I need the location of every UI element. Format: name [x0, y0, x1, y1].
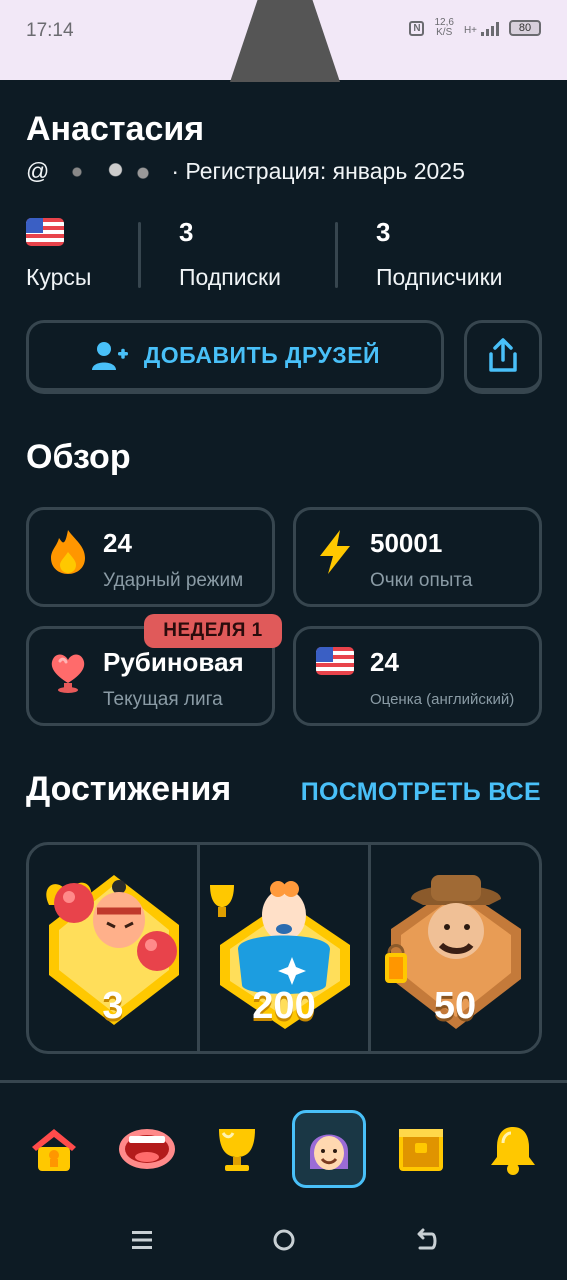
xp-card[interactable]: 50001 Очки опыта — [293, 507, 542, 607]
nav-leaderboard[interactable] — [200, 1110, 274, 1188]
card-value: 50001 — [370, 528, 443, 558]
score-card[interactable]: 24 Оценка (английский) — [293, 626, 542, 726]
battery-icon: 80 — [509, 20, 541, 36]
achievement-item[interactable]: 50 — [368, 845, 539, 1051]
ruby-league-icon — [51, 654, 85, 693]
system-nav-bar — [0, 1200, 567, 1280]
share-button[interactable] — [464, 320, 542, 394]
divider — [138, 222, 141, 288]
stat-value: 3 — [179, 217, 194, 247]
nav-shop[interactable] — [384, 1110, 458, 1188]
signal-icon: H+ — [464, 20, 499, 36]
achievement-item[interactable]: 3 — [29, 845, 197, 1051]
handle-prefix: @ — [26, 158, 50, 184]
status-icons: N 12,6 K/S H+ 80 — [409, 18, 541, 38]
week-badge: НЕДЕЛЯ 1 — [144, 614, 282, 648]
bell-icon — [491, 1127, 535, 1175]
nav-home[interactable] — [17, 1110, 91, 1188]
home-button[interactable] — [272, 1228, 296, 1256]
back-arrow-icon — [417, 1228, 437, 1250]
stat-label: Подписчики — [376, 264, 503, 290]
divider — [335, 222, 338, 288]
nfc-icon: N — [409, 20, 425, 36]
card-label: Оценка (английский) — [370, 691, 515, 708]
overview-title: Обзор — [26, 438, 131, 476]
achievement-value: 50 — [433, 985, 477, 1027]
us-flag-icon — [26, 218, 64, 246]
share-icon — [489, 337, 517, 372]
menu-icon — [132, 1231, 152, 1249]
nav-notifications[interactable] — [476, 1110, 550, 1188]
nav-speak[interactable] — [110, 1110, 184, 1188]
stat-courses[interactable]: Курсы — [26, 214, 91, 291]
add-friends-label: ДОБАВИТЬ ДРУЗЕЙ — [143, 342, 381, 368]
profile-avatar-icon — [310, 1134, 348, 1170]
card-value: Рубиновая — [103, 647, 244, 677]
add-friends-button[interactable]: ДОБАВИТЬ ДРУЗЕЙ — [26, 320, 444, 394]
achievement-value: 200 — [252, 985, 316, 1027]
handle-obscured — [55, 160, 166, 183]
status-time: 17:14 — [26, 20, 74, 41]
card-label: Очки опыта — [370, 570, 473, 591]
network-speed: 12,6 K/S — [434, 17, 454, 38]
stat-following[interactable]: 3 Подписки — [179, 214, 281, 291]
card-label: Текущая лига — [103, 689, 223, 710]
profile-stats: Курсы 3 Подписки 3 Подписчики — [26, 214, 541, 294]
home-icon — [32, 1129, 76, 1171]
see-all-link[interactable]: ПОСМОТРЕТЬ ВСЕ — [301, 778, 541, 807]
streak-card[interactable]: 24 Ударный режим — [26, 507, 275, 607]
camera-notch-image — [230, 0, 340, 82]
us-flag-icon — [316, 647, 354, 675]
nav-divider — [0, 1080, 567, 1083]
achievement-item[interactable]: 200 — [197, 845, 368, 1051]
stat-followers[interactable]: 3 Подписчики — [376, 214, 503, 291]
stat-value: 3 — [376, 217, 391, 247]
stat-label: Курсы — [26, 264, 92, 290]
profile-name: Анастасия — [26, 110, 205, 148]
nav-profile[interactable] — [292, 1110, 366, 1188]
back-button[interactable] — [414, 1228, 438, 1256]
add-user-icon — [91, 341, 128, 370]
lightning-icon — [320, 530, 350, 574]
bottom-nav — [0, 1110, 567, 1190]
status-bar: 17:14 N 12,6 K/S H+ 80 — [0, 0, 567, 82]
stat-label: Подписки — [179, 264, 281, 290]
mouth-icon — [119, 1129, 175, 1169]
card-label: Ударный режим — [103, 570, 244, 591]
achievement-value: 3 — [102, 985, 124, 1027]
circle-home-icon — [273, 1229, 295, 1251]
menu-button[interactable] — [130, 1228, 154, 1256]
chest-icon — [399, 1129, 443, 1171]
achievements-list: 3 200 50 — [26, 842, 542, 1054]
card-value: 24 — [103, 528, 132, 558]
trophy-icon — [219, 1129, 255, 1171]
flame-icon — [51, 530, 85, 574]
card-value: 24 — [370, 647, 399, 677]
registration-date: · Регистрация: январь 2025 — [171, 158, 465, 184]
achievements-title: Достижения — [26, 770, 232, 808]
profile-handle-row: @ · Регистрация: январь 2025 — [26, 158, 465, 185]
